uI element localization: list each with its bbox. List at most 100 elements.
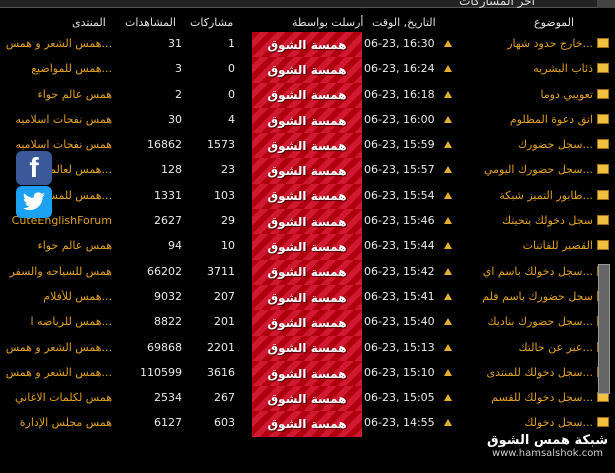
topic-link[interactable]: سجل حضورك باسم فلم [455, 290, 593, 303]
forum-link[interactable]: همس نفحات اسلاميه [0, 138, 112, 151]
topic-link[interactable]: اتق دعوة المظلوم [455, 113, 593, 126]
post-date: 06-23, 15:46 [364, 214, 434, 228]
forum-link[interactable]: همس للسياحه والسفر [0, 265, 112, 278]
forum-link[interactable]: همس الشعر و همس... [0, 37, 112, 50]
views-count: 16862 [147, 138, 182, 152]
brand-name: شبكة همس الشوق [486, 433, 609, 448]
poster-name[interactable]: همسة الشوق [252, 133, 362, 159]
post-date: 06-23, 15:44 [364, 239, 434, 253]
go-to-last-post-icon[interactable] [444, 191, 452, 199]
facebook-icon[interactable]: f [16, 151, 52, 185]
replies-count: 103 [214, 188, 235, 202]
topic-folder-icon [597, 38, 609, 48]
replies-count: 3711 [207, 264, 235, 278]
replies-count: 1 [228, 37, 235, 50]
post-row: القصير للفاتنات 06-23, 15:44 همسة الشوق 10 9… [0, 234, 615, 260]
go-to-last-post-icon[interactable] [444, 40, 452, 47]
views-count: 69868 [147, 340, 182, 354]
post-row: سجل دخولك باسم اي... 06-23, 15:42 همسة الش… [0, 259, 615, 285]
post-row: ذئاب البشريه 06-23, 16:24 همسة الشوق 0 3 همس … [0, 57, 615, 83]
go-to-last-post-icon[interactable] [444, 368, 452, 376]
forum-link[interactable]: همس الشعر و همس... [0, 366, 112, 379]
poster-name[interactable]: همسة الشوق [252, 411, 362, 437]
panel-toggle[interactable] [597, 0, 615, 8]
topic-link[interactable]: تعويبي دوما [455, 88, 593, 101]
forum-link[interactable]: همس لكلمات الاغاني [0, 391, 112, 404]
poster-name[interactable]: همسة الشوق [252, 183, 362, 210]
go-to-last-post-icon[interactable] [444, 242, 452, 250]
go-to-last-post-icon[interactable] [444, 419, 452, 427]
forum-link[interactable]: همس نفحات اسلاميه [0, 113, 112, 126]
views-count: 3 [175, 62, 182, 76]
topic-folder-icon [597, 139, 609, 150]
post-row: خارج حدود شهار... 06-23, 16:30 همسة الشوق 1… [0, 32, 615, 58]
topic-link[interactable]: سجل دخولك باسم اي... [455, 265, 593, 278]
poster-name[interactable]: همسة الشوق [252, 284, 362, 311]
post-date: 06-23, 16:18 [364, 87, 434, 101]
topic-link[interactable]: القصير للفاتنات [455, 239, 593, 252]
topic-link[interactable]: ذئاب البشريه [455, 62, 593, 75]
topic-link[interactable]: عبر عن حالتك... [455, 341, 593, 354]
header-posts: مشاركات [190, 16, 234, 29]
header-forum: المنتدى [72, 16, 106, 29]
views-count: 2534 [154, 391, 182, 405]
post-date: 06-23, 15:41 [364, 289, 434, 303]
go-to-last-post-icon[interactable] [444, 267, 452, 275]
go-to-last-post-icon[interactable] [444, 115, 452, 123]
go-to-last-post-icon[interactable] [444, 90, 452, 98]
views-count: 30 [168, 112, 182, 126]
brand-url[interactable]: www.hamsalshok.com [480, 448, 615, 459]
go-to-last-post-icon[interactable] [444, 318, 452, 326]
topic-link[interactable]: سجل دخولك للقسم... [455, 391, 593, 404]
go-to-last-post-icon[interactable] [444, 217, 452, 225]
go-to-last-post-icon[interactable] [444, 292, 452, 300]
poster-name[interactable]: همسة الشوق [252, 310, 362, 336]
go-to-last-post-icon[interactable] [444, 394, 452, 402]
replies-count: 267 [214, 391, 235, 405]
topic-link[interactable]: سجل حضورك... [455, 138, 593, 151]
topic-link[interactable]: سجل دخولك... [455, 416, 593, 429]
go-to-last-post-icon[interactable] [444, 166, 452, 174]
views-count: 1331 [154, 188, 182, 202]
poster-name[interactable]: همسة الشوق [252, 386, 362, 412]
go-to-last-post-icon[interactable] [444, 343, 452, 351]
replies-count: 10 [221, 239, 235, 253]
poster-name[interactable]: همسة الشوق [252, 335, 362, 361]
header-user: أرسلت بواسطة [292, 16, 364, 29]
poster-name[interactable]: همسة الشوق [252, 209, 362, 235]
forum-link[interactable]: همس عالم حواء [0, 88, 112, 101]
facebook-glyph: f [29, 152, 39, 183]
scrollbar[interactable] [598, 264, 610, 394]
forum-link[interactable]: همس الشعر و همس... [0, 341, 112, 354]
poster-name[interactable]: همسة الشوق [252, 57, 362, 83]
replies-count: 3616 [207, 365, 235, 379]
poster-name[interactable]: همسة الشوق [252, 259, 362, 285]
topic-link[interactable]: سجل دخولك للمنتدى... [455, 366, 593, 379]
twitter-icon[interactable] [16, 186, 52, 218]
poster-name[interactable]: همسة الشوق [252, 234, 362, 260]
go-to-last-post-icon[interactable] [444, 65, 452, 73]
topic-link[interactable]: خارج حدود شهار... [455, 37, 593, 50]
views-count: 128 [161, 163, 182, 177]
forum-link[interactable]: همس عالم حواء [0, 239, 112, 252]
header-date: التاريخ, الوقت [372, 16, 436, 29]
forum-link[interactable]: همس مجلس الإدارة [0, 416, 112, 429]
poster-name[interactable]: همسة الشوق [252, 360, 362, 387]
poster-name[interactable]: همسة الشوق [252, 158, 362, 184]
post-date: 06-23, 15:05 [364, 391, 434, 405]
forum-link[interactable]: همس للمواضيع... [0, 62, 112, 75]
poster-name[interactable]: همسة الشوق [252, 82, 362, 108]
poster-name[interactable]: همسة الشوق [252, 107, 362, 134]
topic-link[interactable]: سجل حضورك بناديك... [455, 315, 593, 328]
go-to-last-post-icon[interactable] [444, 141, 452, 149]
views-count: 31 [168, 37, 182, 50]
topic-link[interactable]: طابور التميز شبكة... [455, 189, 593, 202]
latest-posts-list: خارج حدود شهار... 06-23, 16:30 همسة الشوق 1… [0, 32, 615, 437]
topic-link[interactable]: سجل دخولك بتحيتك [455, 214, 593, 227]
forum-link[interactable]: همس للأفلام... [0, 290, 112, 303]
replies-count: 603 [214, 416, 235, 430]
topic-link[interactable]: سجل حضورك اليومي... [455, 163, 593, 176]
forum-link[interactable]: همس للرياضه ا... [0, 315, 112, 328]
poster-name[interactable]: همسة الشوق [252, 32, 362, 58]
post-date: 06-23, 15:57 [364, 163, 434, 177]
